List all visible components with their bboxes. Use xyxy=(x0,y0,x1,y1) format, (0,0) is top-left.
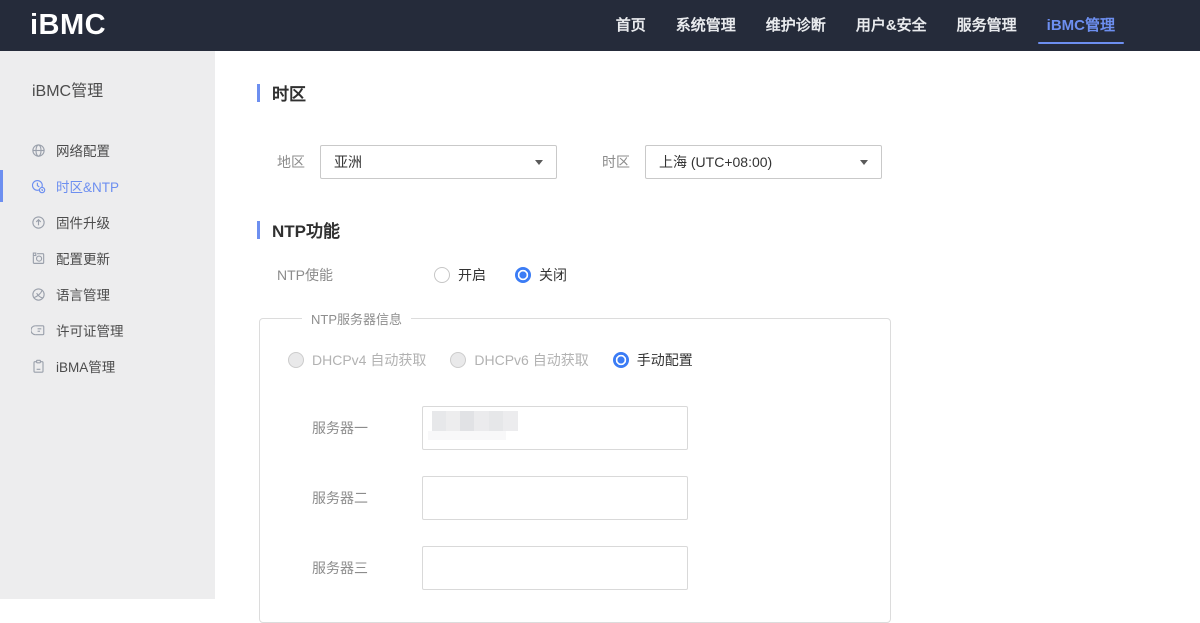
server-two-row: 服务器二 xyxy=(312,476,890,520)
ntp-server-group: NTP服务器信息 DHCPv4 自动获取 DHCPv6 自动获取 手动配置 服务… xyxy=(259,309,891,623)
sidebar-item-label: 语言管理 xyxy=(56,284,110,304)
sidebar-item-label: 固件升级 xyxy=(56,212,110,232)
section-title-text: 时区 xyxy=(272,80,306,105)
section-title-text: NTP功能 xyxy=(272,217,340,242)
server-one-input[interactable] xyxy=(422,406,688,450)
firmware-upgrade-icon xyxy=(31,215,46,230)
server-three-row: 服务器三 xyxy=(312,546,890,590)
sidebar-item-timezone-ntp[interactable]: 时区&NTP xyxy=(0,168,215,204)
nav-item-user-security[interactable]: 用户&安全 xyxy=(841,0,942,51)
radio-unselected-icon[interactable] xyxy=(434,267,450,283)
main-content: 时区 地区 亚洲 时区 上海 (UTC+08:00) NTP功能 NTP使能 开… xyxy=(215,51,1200,599)
region-select[interactable]: 亚洲 xyxy=(320,145,557,179)
zone-label: 时区 xyxy=(602,152,645,172)
radio-label: 开启 xyxy=(458,265,486,285)
sidebar-item-language[interactable]: 语言管理 xyxy=(0,276,215,312)
zone-select[interactable]: 上海 (UTC+08:00) xyxy=(645,145,882,179)
server-two-input-wrap xyxy=(422,476,688,520)
nav-item-system[interactable]: 系统管理 xyxy=(661,0,751,51)
section-accent-bar xyxy=(257,221,260,239)
sidebar-item-label: iBMA管理 xyxy=(56,356,115,376)
nav-item-home[interactable]: 首页 xyxy=(601,0,661,51)
app-logo: iBMC xyxy=(30,9,106,42)
radio-selected-icon[interactable] xyxy=(613,352,629,368)
radio-label: DHCPv6 自动获取 xyxy=(474,350,588,370)
server-three-input-wrap xyxy=(422,546,688,590)
sidebar-item-label: 许可证管理 xyxy=(56,320,124,340)
sidebar-item-ibma[interactable]: iBMA管理 xyxy=(0,348,215,384)
server-three-label: 服务器三 xyxy=(312,558,422,578)
ntp-mode-row: DHCPv4 自动获取 DHCPv6 自动获取 手动配置 xyxy=(288,350,890,370)
top-nav-menu: 首页 系统管理 维护诊断 用户&安全 服务管理 iBMC管理 xyxy=(601,0,1130,51)
config-update-icon xyxy=(31,251,46,266)
radio-label: 手动配置 xyxy=(637,350,693,370)
server-one-row: 服务器一 xyxy=(312,406,890,450)
license-icon xyxy=(31,323,46,338)
nav-item-maintenance[interactable]: 维护诊断 xyxy=(751,0,841,51)
ntp-enable-off-option[interactable]: 关闭 xyxy=(515,265,567,285)
timezone-section-title: 时区 xyxy=(257,80,1200,105)
top-navbar: iBMC 首页 系统管理 维护诊断 用户&安全 服务管理 iBMC管理 xyxy=(0,0,1200,51)
sidebar: iBMC管理 网络配置 时区&NTP xyxy=(0,51,215,599)
timezone-form-row: 地区 亚洲 时区 上海 (UTC+08:00) xyxy=(277,145,1200,179)
timezone-icon xyxy=(31,179,46,194)
ntp-mode-dhcpv4-option: DHCPv4 自动获取 xyxy=(288,350,426,370)
radio-selected-icon[interactable] xyxy=(515,267,531,283)
sidebar-menu: 网络配置 时区&NTP 固件升级 xyxy=(0,132,215,384)
section-accent-bar xyxy=(257,84,260,102)
radio-disabled-icon xyxy=(450,352,466,368)
ntp-server-group-legend: NTP服务器信息 xyxy=(302,309,411,328)
zone-select-value: 上海 (UTC+08:00) xyxy=(659,152,772,172)
server-two-input[interactable] xyxy=(422,476,688,520)
radio-label: DHCPv4 自动获取 xyxy=(312,350,426,370)
sidebar-item-label: 配置更新 xyxy=(56,248,110,268)
server-three-input[interactable] xyxy=(422,546,688,590)
sidebar-item-firmware-upgrade[interactable]: 固件升级 xyxy=(0,204,215,240)
server-one-input-wrap xyxy=(422,406,688,450)
chevron-down-icon xyxy=(860,160,868,165)
nav-item-ibmc-management[interactable]: iBMC管理 xyxy=(1032,0,1130,51)
nav-item-service[interactable]: 服务管理 xyxy=(942,0,1032,51)
chevron-down-icon xyxy=(535,160,543,165)
sidebar-item-label: 网络配置 xyxy=(56,140,110,160)
sidebar-title: iBMC管理 xyxy=(0,51,215,101)
ntp-mode-dhcpv6-option: DHCPv6 自动获取 xyxy=(450,350,588,370)
ntp-section-title: NTP功能 xyxy=(257,217,1200,242)
sidebar-item-label: 时区&NTP xyxy=(56,176,119,196)
ntp-enable-row: NTP使能 开启 关闭 xyxy=(277,265,1200,285)
radio-disabled-icon xyxy=(288,352,304,368)
sidebar-item-license[interactable]: 许可证管理 xyxy=(0,312,215,348)
ibma-icon xyxy=(31,359,46,374)
server-one-label: 服务器一 xyxy=(312,418,422,438)
network-icon xyxy=(31,143,46,158)
region-label: 地区 xyxy=(277,152,320,172)
ntp-enable-on-option[interactable]: 开启 xyxy=(434,265,486,285)
sidebar-item-network-config[interactable]: 网络配置 xyxy=(0,132,215,168)
sidebar-item-config-update[interactable]: 配置更新 xyxy=(0,240,215,276)
ntp-enable-label: NTP使能 xyxy=(277,265,434,285)
language-icon xyxy=(31,287,46,302)
server-two-label: 服务器二 xyxy=(312,488,422,508)
ntp-mode-manual-option[interactable]: 手动配置 xyxy=(613,350,693,370)
region-select-value: 亚洲 xyxy=(334,152,362,172)
radio-label: 关闭 xyxy=(539,265,567,285)
